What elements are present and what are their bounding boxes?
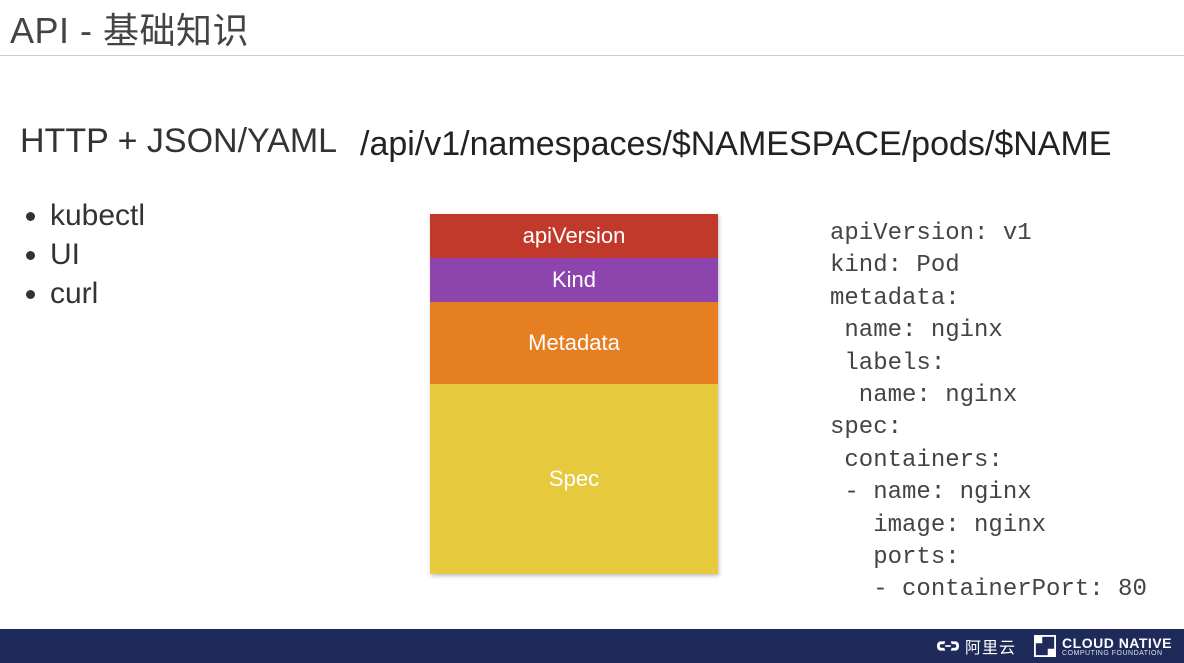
aliyun-label: 阿里云	[965, 634, 1016, 658]
api-path: /api/v1/namespaces/$NAMESPACE/pods/$NAME	[360, 125, 1112, 164]
yaml-example: apiVersion: v1 kind: Pod metadata: name:…	[830, 218, 1147, 607]
footer-bar: 阿里云 CLOUD NATIVE COMPUTING FOUNDATION	[0, 629, 1184, 663]
cncf-main-label: CLOUD NATIVE	[1062, 636, 1172, 650]
slide: API - 基础知识 HTTP + JSON/YAML kubectl UI c…	[0, 0, 1184, 663]
cncf-icon	[1034, 635, 1056, 657]
list-item: UI	[50, 235, 145, 274]
list-item: kubectl	[50, 196, 145, 235]
page-title: API - 基础知识	[10, 2, 249, 54]
title-bar: API - 基础知识	[0, 0, 1184, 55]
resource-stack: apiVersion Kind Metadata Spec	[430, 214, 718, 574]
cncf-sub-label: COMPUTING FOUNDATION	[1062, 650, 1172, 657]
aliyun-logo: 阿里云	[937, 634, 1016, 658]
aliyun-icon	[937, 635, 959, 657]
stack-layer-spec: Spec	[430, 384, 718, 574]
title-underline	[0, 55, 1184, 56]
cncf-text: CLOUD NATIVE COMPUTING FOUNDATION	[1062, 636, 1172, 657]
stack-layer-metadata: Metadata	[430, 302, 718, 384]
tool-list: kubectl UI curl	[20, 196, 145, 313]
cncf-logo: CLOUD NATIVE COMPUTING FOUNDATION	[1034, 635, 1172, 657]
list-item: curl	[50, 274, 145, 313]
stack-layer-apiversion: apiVersion	[430, 214, 718, 258]
subheading-http: HTTP + JSON/YAML	[20, 122, 337, 161]
stack-layer-kind: Kind	[430, 258, 718, 302]
